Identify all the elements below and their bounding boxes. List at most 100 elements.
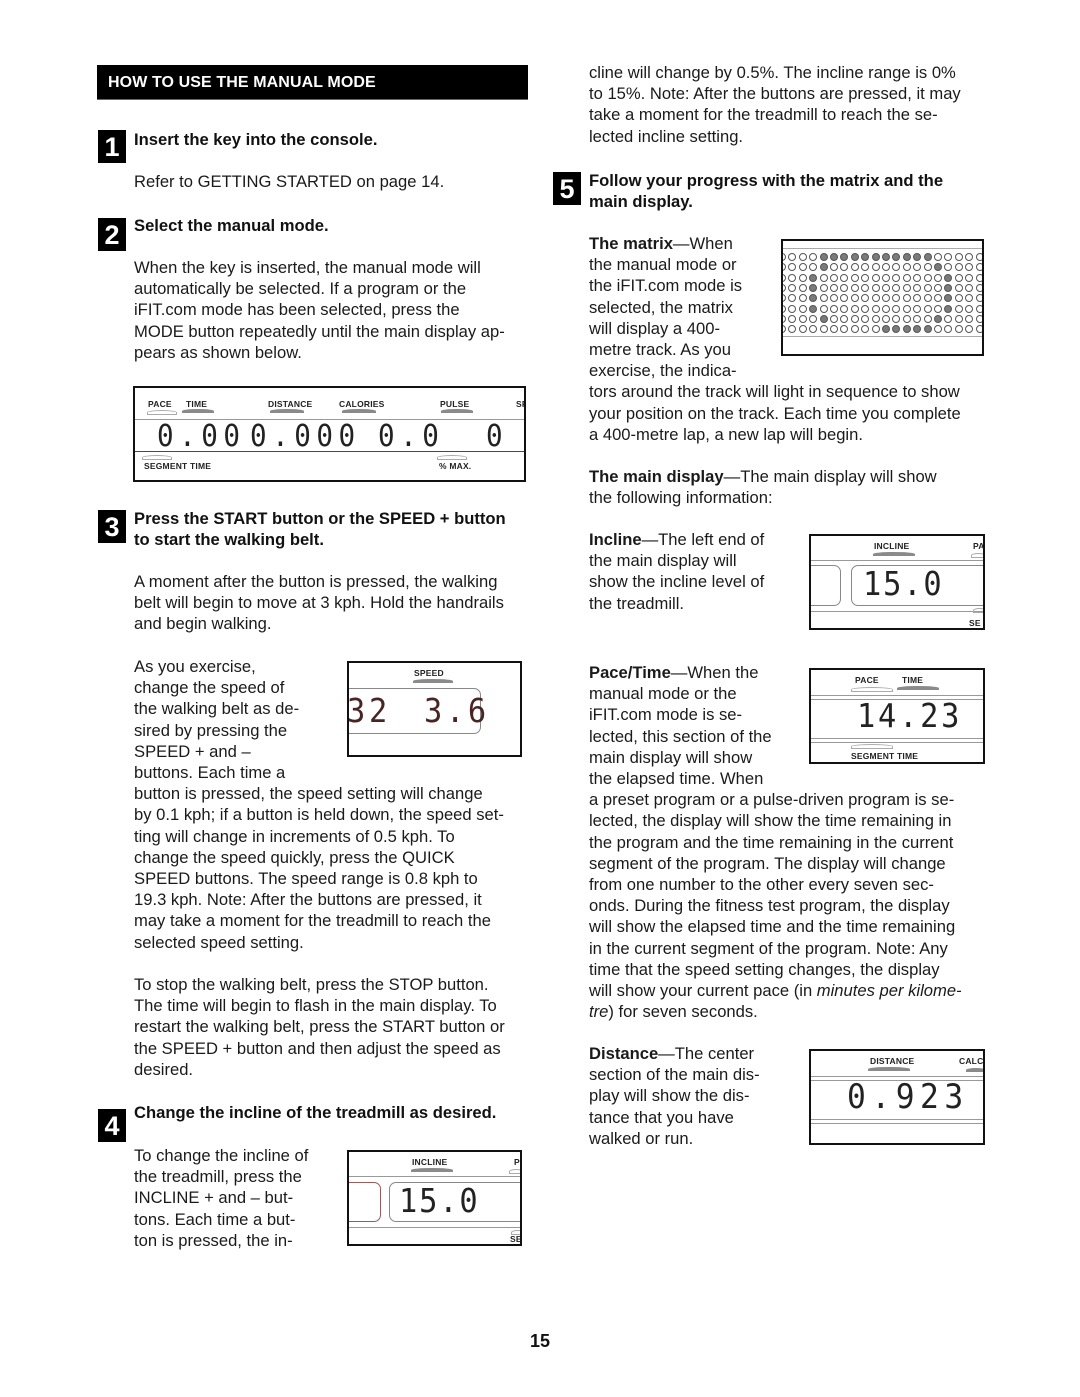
label-segment-cut: SE <box>510 1234 522 1244</box>
matrix-dot <box>923 263 932 272</box>
matrix-dot-lit <box>830 253 838 261</box>
matrix-dot-lit <box>809 294 818 303</box>
matrix-dot-lit <box>944 304 953 313</box>
matrix-dot <box>902 294 911 303</box>
text-line: the program and the time remaining in th… <box>589 832 954 852</box>
text-fragment: —The center <box>658 1044 755 1063</box>
matrix-dot-lit <box>882 253 890 261</box>
divider <box>783 248 982 249</box>
matrix-dot <box>783 294 786 303</box>
matrix-dot-lit <box>819 263 828 272</box>
matrix-dot <box>965 273 974 282</box>
matrix-dot <box>798 263 807 272</box>
matrix-dot <box>830 273 838 282</box>
text-line: will show your current pace (in minutes … <box>589 980 962 1001</box>
heading-line: Follow your progress with the matrix and… <box>589 171 944 190</box>
text-line: 19.3 kph. Note: After the buttons are pr… <box>134 890 482 910</box>
matrix-dot-lit <box>809 283 818 292</box>
matrix-dot <box>861 263 870 272</box>
matrix-dot <box>840 304 849 313</box>
matrix-dot <box>923 283 932 292</box>
text-line: by 0.1 kph; if a button is held down, th… <box>134 805 504 825</box>
indicator-incline-icon <box>873 552 915 556</box>
matrix-dot <box>954 263 963 272</box>
text-line: Distance—The center <box>589 1043 760 1064</box>
matrix-dot-lit <box>923 325 932 334</box>
matrix-dot <box>798 325 807 334</box>
section-title-bar: HOW TO USE THE MANUAL MODE <box>97 65 528 100</box>
text-line: cline will change by 0.5%. The incline r… <box>589 63 956 82</box>
text-line: button is pressed, the speed setting wil… <box>134 784 483 804</box>
indicator-calories-icon <box>342 409 376 413</box>
matrix-dot <box>965 263 974 272</box>
term-pace-time: Pace/Time <box>589 663 671 682</box>
indicator-segment-icon <box>973 608 983 613</box>
matrix-dot <box>965 304 974 313</box>
matrix-dot-lit <box>850 253 859 261</box>
matrix-dot <box>902 263 911 272</box>
matrix-dot <box>923 294 932 303</box>
text-line: tance that you have <box>589 1107 734 1127</box>
left-window <box>349 1182 381 1222</box>
text-line: MODE button repeatedly until the main di… <box>134 321 505 341</box>
matrix-dot-lit <box>871 253 880 261</box>
text-line: restart the walking belt, press the STAR… <box>134 1017 505 1037</box>
label-percent-max: % MAX. <box>439 461 472 471</box>
text-line: in the current segment of the program. N… <box>589 938 948 958</box>
text-fragment: will show your current pace (in <box>589 981 817 1001</box>
text-line: a 400-metre lap, a new lap will begin. <box>589 424 863 444</box>
text-line: desired. <box>134 1059 194 1079</box>
matrix-dot-lit <box>861 253 870 261</box>
matrix-dot <box>840 283 849 292</box>
label-incline: INCLINE <box>874 541 910 551</box>
text-line: the following information: <box>589 488 773 508</box>
indicator-pulse-icon <box>441 409 473 413</box>
text-line: selected speed setting. <box>134 932 304 952</box>
matrix-dot <box>975 273 982 282</box>
matrix-dot-lit <box>902 253 911 261</box>
incline-display: INCLINE P 15.0 SE <box>347 1150 522 1246</box>
matrix-dot-lit <box>944 283 953 292</box>
matrix-dot <box>954 294 963 303</box>
matrix-dot <box>913 263 922 272</box>
text-line: may take a moment for the treadmill to r… <box>134 911 491 931</box>
matrix-dot <box>850 273 859 282</box>
matrix-dot-lit <box>913 325 922 334</box>
matrix-dot <box>783 253 786 261</box>
matrix-dot <box>783 263 786 272</box>
text-line: time that the speed setting changes, the… <box>589 959 940 979</box>
text-line: the SPEED + button and then adjust the s… <box>134 1038 501 1058</box>
matrix-dot <box>871 314 880 323</box>
text-line: the treadmill, press the <box>134 1167 302 1187</box>
text-line: SPEED buttons. The speed range is 0.8 kp… <box>134 869 478 889</box>
matrix-dot <box>783 273 786 282</box>
text-fragment: —The left end of <box>641 530 765 549</box>
matrix-dot <box>871 325 880 334</box>
distance-description: Distance—The center section of the main … <box>589 1043 760 1149</box>
matrix-dot <box>861 314 870 323</box>
text-line: play will show the dis- <box>589 1086 750 1106</box>
text-line: ton is pressed, the in- <box>134 1230 293 1250</box>
matrix-dot <box>913 314 922 323</box>
text-line: The main display—The main display will s… <box>589 466 937 487</box>
heading-line: to start the walking belt. <box>134 530 324 549</box>
matrix-dot <box>965 294 974 303</box>
indicator-distance-icon <box>868 1067 910 1071</box>
matrix-dot-lit <box>809 273 818 282</box>
text-fragment-italic: tre <box>589 1002 609 1022</box>
indicator-pace-icon <box>971 553 983 558</box>
matrix-dot <box>965 283 974 292</box>
text-line: To change the incline of <box>134 1146 309 1165</box>
matrix-dot <box>954 273 963 282</box>
term-distance: Distance <box>589 1044 659 1063</box>
matrix-dot <box>840 263 849 272</box>
readout-distance: 0.000 <box>250 419 361 454</box>
text-line: lected incline setting. <box>589 126 744 146</box>
label-incline: INCLINE <box>412 1157 448 1167</box>
indicator-pace-icon <box>851 687 893 692</box>
step-4-heading: Change the incline of the treadmill as d… <box>134 1103 497 1122</box>
matrix-dot <box>830 325 838 334</box>
matrix-dot <box>850 325 859 334</box>
matrix-dot-lit <box>913 253 922 261</box>
matrix-dot <box>944 325 953 334</box>
